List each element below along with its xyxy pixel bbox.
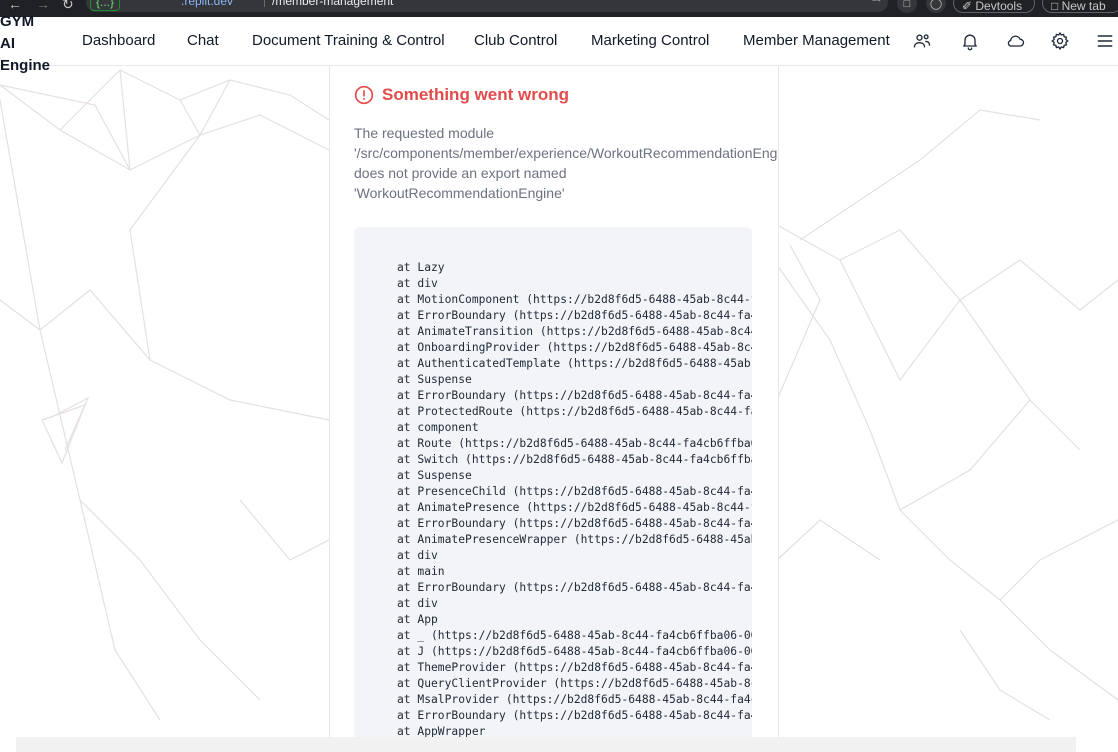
nav-document-training-control[interactable]: Document Training & Control [252, 32, 445, 49]
stack-trace-line: at ThemeProvider (https://b2d8f6d5-6488-… [397, 661, 752, 674]
stack-trace-line: at Suspense [397, 469, 472, 482]
horizontal-scrollbar[interactable] [16, 737, 1076, 752]
error-message-line-1: The requested module [354, 125, 495, 141]
brand-line-1: GYM [0, 13, 35, 30]
stack-trace-line: at ErrorBoundary (https://b2d8f6d5-6488-… [397, 389, 752, 402]
stack-trace-line: at MotionComponent (https://b2d8f6d5-648… [397, 293, 752, 306]
url-host: .replit.dev [181, 0, 234, 8]
stack-trace-line: at AnimatePresence (https://b2d8f6d5-648… [397, 501, 752, 514]
users-icon[interactable] [912, 31, 932, 51]
stack-trace-line: at ErrorBoundary (https://b2d8f6d5-6488-… [397, 581, 752, 594]
stack-trace-panel[interactable]: at Lazy at div at MotionComponent (https:/… [354, 227, 752, 752]
stack-trace-line: at QueryClientProvider (https://b2d8f6d5… [397, 677, 752, 690]
url-badge: {...} [90, 0, 121, 11]
nav-club-control[interactable]: Club Control [474, 32, 557, 49]
stack-trace-line: at J (https://b2d8f6d5-6488-45ab-8c44-fa… [397, 645, 752, 658]
stack-trace-line: at AuthenticatedTemplate (https://b2d8f6… [397, 357, 752, 370]
alert-circle-icon [354, 85, 374, 105]
stack-trace-line: at Lazy [397, 261, 445, 274]
app-header: GYM AI Engine Dashboard Chat Document Tr… [0, 13, 1118, 74]
stack-trace-list: at Lazy at div at MotionComponent (https:/… [397, 260, 752, 740]
cloud-icon[interactable] [1006, 31, 1026, 51]
stack-trace-line: at Suspense [397, 373, 472, 386]
stack-trace-line: at div [397, 597, 438, 610]
gear-icon[interactable] [1050, 31, 1070, 51]
error-message-line-3: does not provide an export named [354, 165, 567, 181]
reload-icon[interactable]: ↻ [62, 0, 74, 13]
stack-trace-line: at PresenceChild (https://b2d8f6d5-6488-… [397, 485, 752, 498]
error-message-line-2: '/src/components/member/experience/Worko… [354, 145, 779, 161]
bell-icon[interactable] [960, 31, 980, 51]
stack-trace-line: at component [397, 421, 479, 434]
cast-icon[interactable]: □ [897, 0, 917, 13]
browser-toolbar: ← → ↻ {...} .replit.dev /member-manageme… [0, 0, 1118, 17]
new-tab-button[interactable]: □ New tab [1042, 0, 1118, 13]
stack-trace-line: at ErrorBoundary (https://b2d8f6d5-6488-… [397, 517, 752, 530]
stack-trace-line: at AnimateTransition (https://b2d8f6d5-6… [397, 325, 752, 338]
brand-logo-text[interactable]: GYM AI Engine [0, 11, 60, 77]
nav-marketing-control[interactable]: Marketing Control [591, 32, 709, 49]
devtools-label: Devtools [975, 0, 1023, 13]
url-divider [264, 0, 265, 7]
address-bar[interactable]: {...} .replit.dev /member-management ➦ [86, 0, 888, 12]
menu-icon[interactable] [1095, 31, 1115, 51]
stack-trace-line: at ErrorBoundary (https://b2d8f6d5-6488-… [397, 309, 752, 322]
stack-trace-line: at ProtectedRoute (https://b2d8f6d5-6488… [397, 405, 752, 418]
extensions-icon[interactable]: ◯ [926, 0, 946, 13]
error-message: The requested module '/src/components/me… [354, 123, 779, 203]
error-title: Something went wrong [382, 85, 569, 104]
stack-trace-line: at Route (https://b2d8f6d5-6488-45ab-8c4… [397, 437, 752, 450]
brand-line-2: AI [0, 35, 15, 52]
stack-trace-line: at Switch (https://b2d8f6d5-6488-45ab-8c… [397, 453, 752, 466]
devtools-button[interactable]: ✐ Devtools [953, 0, 1035, 13]
stack-trace-line: at div [397, 549, 438, 562]
nav-chat[interactable]: Chat [187, 32, 219, 49]
error-boundary-card: Something went wrong The requested modul… [329, 66, 779, 752]
nav-dashboard[interactable]: Dashboard [82, 32, 155, 49]
stack-trace-line: at OnboardingProvider (https://b2d8f6d5-… [397, 341, 752, 354]
new-tab-label: New tab [1061, 0, 1106, 13]
stack-trace-line: at MsalProvider (https://b2d8f6d5-6488-4… [397, 693, 752, 706]
stack-trace-line: at AnimatePresenceWrapper (https://b2d8f… [397, 533, 752, 546]
nav-member-management[interactable]: Member Management [743, 32, 890, 49]
brand-line-3: Engine [0, 57, 51, 74]
error-message-line-4: 'WorkoutRecommendationEngine' [354, 185, 565, 201]
stack-trace-line: at div [397, 277, 438, 290]
url-path: /member-management [272, 0, 394, 8]
stack-trace-line: at _ (https://b2d8f6d5-6488-45ab-8c44-fa… [397, 629, 752, 642]
stack-trace-line: at main [397, 565, 445, 578]
share-arrow-icon[interactable]: ➦ [872, 0, 882, 6]
stack-trace-line: at ErrorBoundary (https://b2d8f6d5-6488-… [397, 709, 752, 722]
stack-trace-line: at App [397, 613, 438, 626]
